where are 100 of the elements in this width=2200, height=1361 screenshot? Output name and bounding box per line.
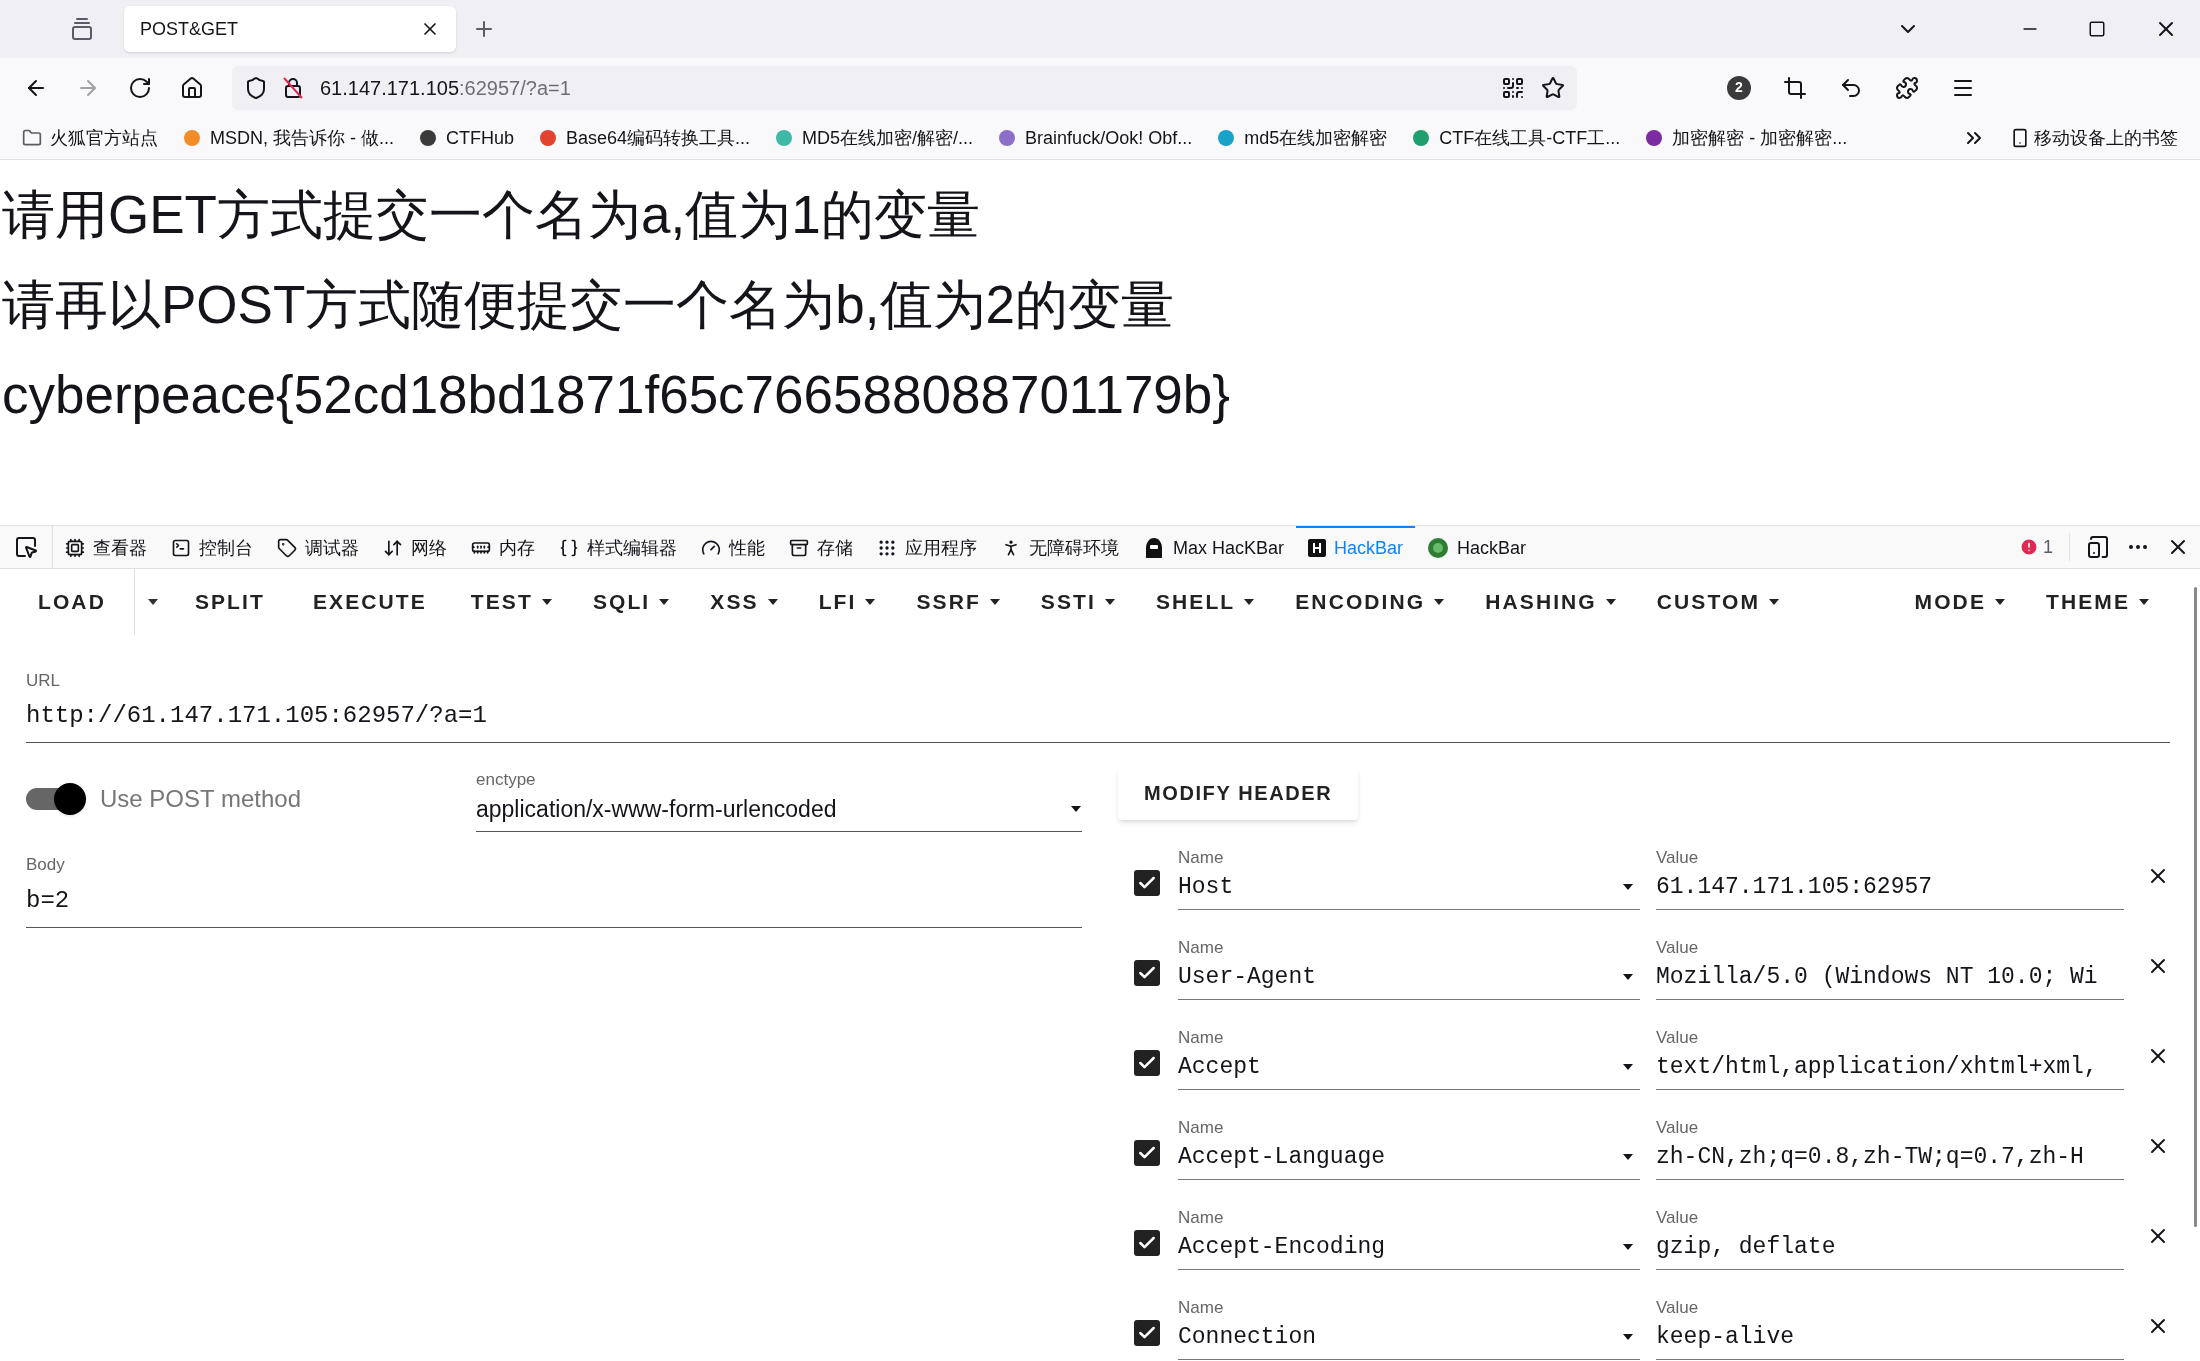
devtools-tab[interactable]: 应用程序: [865, 526, 989, 568]
header-checkbox[interactable]: [1134, 869, 1160, 896]
menu-dropdown[interactable]: HASHING: [1465, 569, 1637, 635]
menu-dropdown[interactable]: LFI: [798, 569, 897, 635]
insecure-lock-icon[interactable]: [282, 75, 304, 100]
devtools-tab[interactable]: 内存: [459, 526, 547, 568]
body-field[interactable]: Body b=2: [26, 851, 1082, 928]
menu-dropdown[interactable]: CUSTOM: [1636, 569, 1800, 635]
gauge-icon: [701, 538, 721, 558]
h-logo-icon: [1308, 539, 1327, 557]
tab-list-icon[interactable]: [70, 17, 94, 41]
field-label: Name: [1178, 936, 1225, 959]
modify-header-button[interactable]: MODIFY HEADER: [1118, 766, 1359, 820]
header-value-field[interactable]: Value zh-CN,zh;q=0.8,zh-TW;q=0.7,zh-H: [1656, 1114, 2124, 1180]
bookmark[interactable]: CTFHub: [418, 124, 514, 152]
field-label: Name: [1178, 1116, 1225, 1139]
enctype-select[interactable]: enctype application/x-www-form-urlencoded: [476, 766, 1082, 832]
caret-icon: [146, 598, 159, 606]
mobile-bookmarks[interactable]: 移动设备上的书签: [2010, 124, 2178, 152]
bookmark[interactable]: MD5在线加密/解密/...: [774, 124, 974, 152]
devtools-tab[interactable]: 控制台: [159, 526, 265, 568]
maximize-icon[interactable]: [2088, 20, 2106, 38]
post-method-toggle[interactable]: Use POST method: [26, 781, 406, 817]
devtools-tab[interactable]: Max HacKBar: [1131, 526, 1297, 568]
bookmark[interactable]: md5在线加密解密: [1216, 124, 1388, 152]
header-checkbox[interactable]: [1134, 1319, 1160, 1346]
toggle-label: Use POST method: [100, 784, 301, 814]
header-name-field[interactable]: Name Connection: [1178, 1294, 1640, 1360]
devtools-tab[interactable]: 网络: [371, 526, 459, 568]
header-value: gzip, deflate: [1656, 1234, 1836, 1260]
menu-dropdown[interactable]: SQLI: [572, 569, 691, 635]
header-checkbox[interactable]: [1134, 1049, 1160, 1076]
bookmark-label: 加密解密 - 加密解密...: [1672, 126, 1848, 150]
caret-icon: [2138, 598, 2150, 606]
menu-dropdown[interactable]: TEST: [450, 569, 573, 635]
menu-button[interactable]: EXECUTE: [288, 569, 451, 635]
menu-dropdown[interactable]: MODE: [1894, 569, 2026, 635]
caret-icon: [1622, 1333, 1634, 1342]
error-count[interactable]: 1: [2019, 533, 2053, 561]
menu-dropdown[interactable]: SHELL: [1135, 569, 1276, 635]
header-name-field[interactable]: Name Accept-Language: [1178, 1114, 1640, 1180]
folder-icon: [22, 128, 42, 148]
header-value-field[interactable]: Value keep-alive: [1656, 1294, 2124, 1360]
responsive-design-icon[interactable]: [2086, 535, 2110, 559]
puzzle-icon[interactable]: [1895, 75, 1919, 100]
url-field[interactable]: URL http://61.147.171.105:62957/?a=1: [26, 668, 2170, 743]
devtools-tab[interactable]: 查看器: [53, 526, 159, 568]
header-checkbox[interactable]: [1134, 1229, 1160, 1256]
caret-icon: [1433, 598, 1446, 606]
shield-icon[interactable]: [244, 75, 268, 100]
tab-title: POST&GET: [140, 17, 238, 41]
header-name-field[interactable]: Name Host: [1178, 844, 1640, 910]
ball-icon: [1427, 537, 1450, 559]
bookmark[interactable]: Base64编码转换工具...: [538, 124, 751, 152]
devtools-tab[interactable]: 样式编辑器: [547, 526, 689, 568]
element-picker-icon[interactable]: [14, 535, 38, 559]
bookmark[interactable]: 火狐官方站点: [22, 124, 158, 152]
body-value: b=2: [26, 886, 71, 916]
header-value-field[interactable]: Value 61.147.171.105:62957: [1656, 844, 2124, 910]
menu-button[interactable]: SPLIT: [170, 569, 289, 635]
header-value-field[interactable]: Value gzip, deflate: [1656, 1204, 2124, 1270]
header-value: text/html,application/xhtml+xml,: [1656, 1054, 2098, 1080]
crop-icon[interactable]: [1783, 75, 1807, 100]
qr-code-icon[interactable]: [1501, 75, 1525, 100]
menu-dropdown[interactable]: ENCODING: [1275, 569, 1466, 635]
scrollbar[interactable]: [2194, 587, 2197, 1227]
header-checkbox[interactable]: [1134, 1139, 1160, 1166]
bookmark[interactable]: Brainfuck/Ook! Obf...: [997, 124, 1193, 152]
header-name-field[interactable]: Name Accept: [1178, 1024, 1640, 1090]
load-button[interactable]: LOAD: [10, 569, 134, 635]
home-icon[interactable]: [180, 75, 204, 100]
star-icon[interactable]: [1541, 75, 1565, 100]
header-checkbox[interactable]: [1134, 959, 1160, 986]
devtools-tab[interactable]: HackBar: [1415, 526, 1539, 568]
header-name-field[interactable]: Name User-Agent: [1178, 934, 1640, 1000]
bookmark[interactable]: 加密解密 - 加密解密...: [1644, 124, 1848, 152]
caret-icon: [864, 598, 877, 606]
devtools-tab[interactable]: 存储: [777, 526, 865, 568]
reload-icon[interactable]: [128, 75, 152, 100]
hooded-figure-icon: [1143, 537, 1165, 559]
bookmark[interactable]: CTF在线工具-CTF工...: [1411, 124, 1621, 152]
bookmark[interactable]: MSDN, 我告诉你 - 做...: [182, 124, 394, 152]
menu-dropdown[interactable]: SSTI: [1020, 569, 1136, 635]
menu-dropdown[interactable]: SSRF: [896, 569, 1021, 635]
menu-dropdown[interactable]: XSS: [690, 569, 799, 635]
header-name-field[interactable]: Name Accept-Encoding: [1178, 1204, 1640, 1270]
braces-icon: [559, 538, 579, 558]
devtools-tab[interactable]: 调试器: [265, 526, 371, 568]
page-text: cyberpeace{52cd18bd1871f65c766588088701179b}: [2, 364, 1231, 426]
caret-icon: [1994, 598, 2006, 606]
header-value-field[interactable]: Value text/html,application/xhtml+xml,: [1656, 1024, 2124, 1090]
caret-icon: [988, 598, 1001, 606]
extension-badge[interactable]: 2: [1727, 75, 1751, 100]
devtools-tab[interactable]: 性能: [689, 526, 777, 568]
header-name: Accept: [1178, 1053, 1261, 1082]
devtools-tab[interactable]: 无障碍环境: [989, 526, 1131, 568]
browser-tab[interactable]: POST&GET: [124, 6, 456, 52]
address-bar[interactable]: 61.147.171.105:62957/?a=1: [232, 65, 1577, 110]
menu-dropdown[interactable]: THEME: [2026, 569, 2170, 635]
header-value-field[interactable]: Value Mozilla/5.0 (Windows NT 10.0; Wi: [1656, 934, 2124, 1000]
